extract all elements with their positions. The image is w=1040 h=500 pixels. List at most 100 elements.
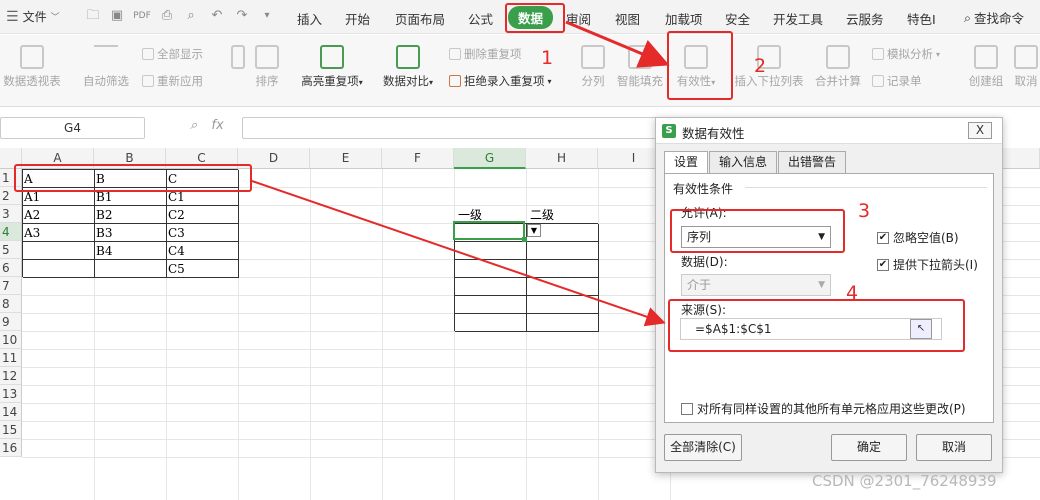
create-group-icon	[974, 45, 998, 69]
column-header-e[interactable]: E	[310, 148, 382, 169]
ignore-blank-checkbox[interactable]: ✔ 忽略空值(B)	[877, 229, 959, 246]
search-command[interactable]: ⌕ 查找命令	[964, 8, 1024, 27]
tab-home[interactable]: 开始	[345, 9, 370, 28]
print-icon[interactable]: ⎙	[158, 7, 176, 25]
tab-security[interactable]: 安全	[725, 9, 750, 28]
zoom-icon[interactable]: ⌕	[190, 118, 197, 133]
row-header[interactable]: 9	[0, 313, 22, 331]
cell-a4[interactable]: A3	[22, 224, 40, 242]
row-header[interactable]: 8	[0, 295, 22, 313]
sort-az-button[interactable]	[226, 45, 250, 73]
clear-all-button[interactable]: 全部清除(C)	[664, 434, 742, 461]
tab-insert[interactable]: 插入	[297, 9, 322, 28]
annotation-number-3: 3	[858, 200, 871, 222]
export-pdf-icon[interactable]: PDF	[133, 7, 151, 25]
cell-dropdown-arrow-icon[interactable]: ▼	[527, 224, 541, 237]
row-header[interactable]: 10	[0, 331, 22, 349]
tab-error-alert[interactable]: 出错警告	[778, 151, 847, 173]
fx-icon[interactable]: fx	[211, 118, 223, 133]
wps-logo-icon: S	[662, 124, 676, 138]
tab-addins[interactable]: 加载项	[665, 9, 703, 28]
cancel-group-button[interactable]: 取消	[1012, 45, 1040, 89]
cell-b4[interactable]: B3	[94, 224, 112, 242]
sort-icon	[255, 45, 279, 69]
tab-review[interactable]: 审阅	[566, 9, 591, 28]
row-header[interactable]: 3	[0, 205, 22, 223]
merge-calc-button[interactable]: 合并计算	[812, 45, 864, 89]
merge-calc-icon	[826, 45, 850, 69]
tab-page-layout[interactable]: 页面布局	[395, 9, 445, 28]
show-all-icon	[142, 48, 154, 60]
column-header-g[interactable]: G	[454, 148, 526, 169]
column-header-f[interactable]: F	[382, 148, 454, 169]
save-icon[interactable]: ▣	[108, 7, 126, 25]
redo-icon[interactable]: ↷	[233, 7, 251, 25]
reject-duplicates-button[interactable]: 拒绝录入重复项 ▾	[449, 73, 552, 89]
apply-all-label: 对所有同样设置的其他所有单元格应用这些更改(P)	[697, 402, 966, 416]
sort-button[interactable]: 排序	[252, 45, 282, 89]
open-folder-icon[interactable]: 🗀	[84, 7, 102, 25]
cell-c6[interactable]: C5	[166, 260, 185, 278]
row-header[interactable]: 14	[0, 403, 22, 421]
autofilter-button[interactable]: 自动筛选	[80, 45, 132, 89]
check-icon: ✔	[877, 231, 889, 244]
row-header[interactable]: 11	[0, 349, 22, 367]
close-button[interactable]: X	[968, 122, 992, 139]
tab-developer[interactable]: 开发工具	[773, 9, 823, 28]
cell-b3[interactable]: B2	[94, 206, 112, 224]
tab-features[interactable]: 特色I	[907, 9, 936, 28]
name-box[interactable]: G4	[0, 117, 145, 139]
active-cell-g4[interactable]	[453, 221, 527, 242]
row-header[interactable]: 12	[0, 367, 22, 385]
customize-icon[interactable]: ▾	[258, 7, 276, 25]
tab-cloud[interactable]: 云服务	[846, 9, 884, 28]
tab-formulas[interactable]: 公式	[468, 9, 493, 28]
column-header-h[interactable]: H	[526, 148, 598, 169]
delete-duplicates-button[interactable]: 删除重复项	[449, 46, 522, 62]
cell-c3[interactable]: C2	[166, 206, 185, 224]
tab-input-message[interactable]: 输入信息	[709, 151, 778, 173]
row-header[interactable]: 6	[0, 259, 22, 277]
tab-view[interactable]: 视图	[615, 9, 640, 28]
pivot-table-button[interactable]: 数据透视表	[0, 45, 64, 89]
dropdown-arrow-checkbox[interactable]: ✔ 提供下拉箭头(I)	[877, 256, 978, 273]
dialog-titlebar[interactable]: S 数据有效性 X	[656, 118, 1002, 144]
show-all-label: 全部显示	[157, 47, 203, 61]
create-group-button[interactable]: 创建组	[966, 45, 1006, 89]
split-column-button[interactable]: 分列	[578, 45, 608, 89]
undo-icon[interactable]: ↶	[208, 7, 226, 25]
row-header[interactable]: 15	[0, 421, 22, 439]
simulation-button[interactable]: 模拟分析 ▾	[872, 46, 940, 62]
record-form-button[interactable]: 记录单	[872, 73, 922, 89]
highlight-duplicates-button[interactable]: 高亮重复项▾	[296, 45, 368, 89]
cell-a3[interactable]: A2	[22, 206, 40, 224]
insert-dropdown-button[interactable]: 插入下拉列表	[732, 45, 806, 89]
filter-icon	[94, 45, 118, 69]
row-header[interactable]: 5	[0, 241, 22, 259]
cancel-button[interactable]: 取消	[916, 434, 992, 461]
smart-fill-button[interactable]: 智能填充	[614, 45, 666, 89]
cell-h3[interactable]: 二级	[528, 206, 554, 224]
row-header[interactable]: 4	[0, 223, 22, 241]
show-all-button[interactable]: 全部显示	[142, 46, 203, 62]
create-group-label: 创建组	[968, 74, 1004, 88]
print-preview-icon[interactable]: ⌕	[182, 7, 200, 25]
data-compare-button[interactable]: 数据对比▾	[378, 45, 438, 89]
reapply-button[interactable]: 重新应用	[142, 73, 203, 89]
row-header[interactable]: 16	[0, 439, 22, 457]
file-menu[interactable]: ☰ 文件 ﹀	[6, 8, 60, 25]
chevron-down-icon: ﹀	[50, 13, 60, 23]
formula-input[interactable]	[242, 117, 662, 139]
chevron-down-icon: ▾	[547, 76, 552, 86]
row-header[interactable]: 7	[0, 277, 22, 295]
autofilter-label: 自动筛选	[83, 74, 129, 88]
cell-b5[interactable]: B4	[94, 242, 112, 260]
tab-settings[interactable]: 设置	[664, 151, 709, 174]
search-command-label: 查找命令	[974, 11, 1025, 26]
cell-c5[interactable]: C4	[166, 242, 185, 260]
row-header[interactable]: 13	[0, 385, 22, 403]
apply-all-checkbox[interactable]: 对所有同样设置的其他所有单元格应用这些更改(P)	[681, 400, 966, 417]
cell-c4[interactable]: C3	[166, 224, 185, 242]
annotation-box-header-row	[14, 164, 252, 192]
ok-button[interactable]: 确定	[831, 434, 907, 461]
